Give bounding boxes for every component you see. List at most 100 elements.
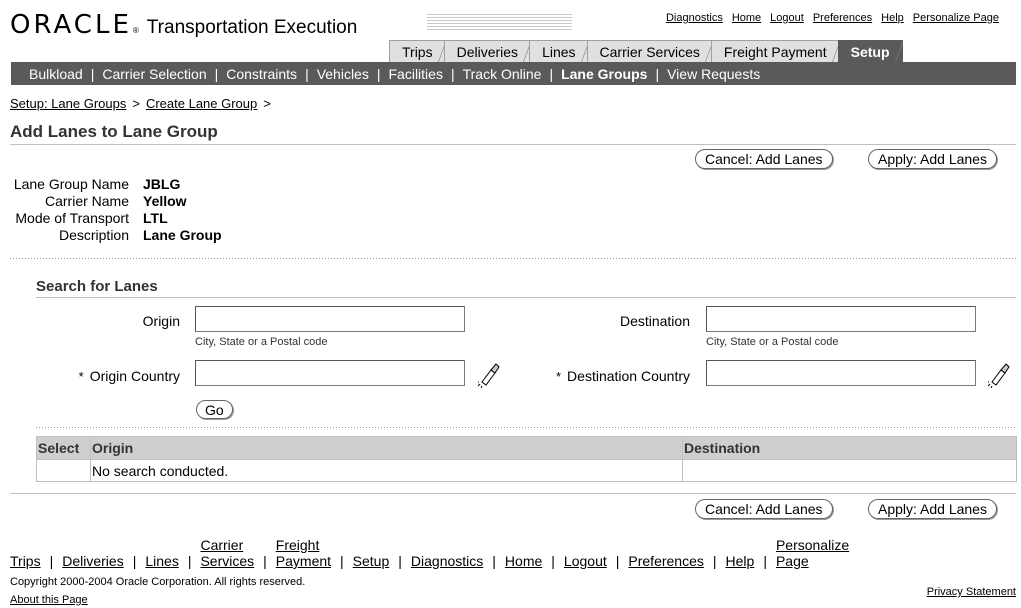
footer-separator: | bbox=[132, 553, 137, 569]
footer-link-freight-line2: Payment bbox=[275, 553, 332, 569]
global-link-personalize-page[interactable]: Personalize Page bbox=[913, 12, 999, 24]
global-link-preferences[interactable]: Preferences bbox=[813, 12, 872, 24]
subtab-separator: | bbox=[450, 65, 455, 82]
brand-registered-mark: ® bbox=[132, 26, 139, 35]
subtab-vehicles[interactable]: Vehicles bbox=[317, 66, 369, 82]
flashlight-icon[interactable] bbox=[988, 362, 1010, 388]
footer-separator: | bbox=[615, 553, 620, 569]
cancel-add-lanes-button-top[interactable]: Cancel: Add Lanes bbox=[695, 149, 833, 169]
footer-link-setup[interactable]: Setup bbox=[353, 553, 390, 569]
footer-separator: | bbox=[712, 553, 717, 569]
subtab-constraints[interactable]: Constraints bbox=[226, 66, 297, 82]
carrier-name-value: Yellow bbox=[143, 192, 187, 209]
footer-link-carrier-line1: Carrier bbox=[200, 537, 244, 553]
table-cell-select bbox=[37, 460, 91, 481]
footer-separator: | bbox=[492, 553, 496, 569]
main-tabs: Trips Deliveries Lines Carrier Services … bbox=[389, 40, 903, 63]
table-row: No search conducted. bbox=[37, 459, 1016, 481]
destination-country-label: Destination Country bbox=[567, 368, 690, 384]
subtab-lane-groups[interactable]: Lane Groups bbox=[561, 66, 647, 82]
breadcrumb-create-lane-group[interactable]: Create Lane Group bbox=[146, 96, 257, 111]
footer-link-freight-payment[interactable]: Freight Payment bbox=[276, 537, 331, 569]
origin-country-label: Origin Country bbox=[89, 368, 180, 384]
results-divider bbox=[36, 427, 1016, 428]
origin-country-input[interactable] bbox=[195, 360, 465, 386]
copyright-text: Copyright 2000-2004 Oracle Corporation. … bbox=[10, 576, 306, 588]
subtab-separator: | bbox=[549, 65, 554, 82]
bottom-divider bbox=[10, 493, 1016, 494]
carrier-name-label: Carrier Name bbox=[44, 192, 129, 209]
title-divider bbox=[10, 144, 1016, 145]
subtab-separator: | bbox=[305, 65, 309, 82]
origin-input[interactable] bbox=[195, 306, 465, 332]
breadcrumb-separator: > bbox=[132, 96, 140, 111]
global-link-home[interactable]: Home bbox=[732, 12, 761, 24]
footer-separator: | bbox=[49, 553, 54, 569]
global-link-help[interactable]: Help bbox=[881, 12, 904, 24]
origin-hint: City, State or a Postal code bbox=[195, 336, 328, 348]
footer-link-deliveries[interactable]: Deliveries bbox=[62, 553, 123, 569]
footer-link-preferences[interactable]: Preferences bbox=[628, 553, 703, 569]
lane-group-name-value: JBLG bbox=[143, 175, 181, 192]
footer-link-carrier-services[interactable]: Carrier Services bbox=[200, 537, 254, 569]
tab-carrier-services[interactable]: Carrier Services bbox=[586, 40, 714, 63]
tab-lines[interactable]: Lines bbox=[529, 40, 590, 63]
apply-add-lanes-button-bottom[interactable]: Apply: Add Lanes bbox=[868, 499, 997, 519]
destination-country-input[interactable] bbox=[706, 360, 976, 386]
breadcrumb: Setup: Lane Groups > Create Lane Group > bbox=[10, 96, 271, 111]
breadcrumb-setup-lane-groups[interactable]: Setup: Lane Groups bbox=[10, 96, 126, 111]
column-header-select: Select bbox=[37, 437, 91, 459]
footer-separator: | bbox=[763, 553, 767, 569]
mode-of-transport-value: LTL bbox=[143, 209, 168, 226]
subtab-facilities[interactable]: Facilities bbox=[389, 66, 443, 82]
go-button[interactable]: Go bbox=[196, 400, 233, 419]
global-link-logout[interactable]: Logout bbox=[770, 12, 804, 24]
footer-links: Trips | Deliveries | Lines | Carrier Service… bbox=[10, 537, 849, 569]
subtab-bar: Bulkload | Carrier Selection | Constraints… bbox=[11, 62, 1016, 85]
footer-link-lines[interactable]: Lines bbox=[145, 553, 178, 569]
global-links: Diagnostics Home Logout Preferences Help… bbox=[666, 12, 999, 24]
global-link-diagnostics[interactable]: Diagnostics bbox=[666, 12, 723, 24]
description-value: Lane Group bbox=[143, 226, 222, 243]
subtab-separator: | bbox=[90, 65, 95, 82]
footer-link-trips[interactable]: Trips bbox=[10, 553, 41, 569]
flashlight-icon[interactable] bbox=[478, 362, 500, 388]
footer-separator: | bbox=[263, 553, 267, 569]
column-header-destination: Destination bbox=[684, 440, 761, 456]
subtab-separator: | bbox=[376, 65, 381, 82]
oracle-logo: ORACLE ® Transportation Execution bbox=[10, 10, 357, 40]
required-marker: * bbox=[78, 369, 84, 384]
lane-group-info: Lane Group Name JBLG Carrier Name Yellow M… bbox=[0, 175, 222, 243]
search-section-title: Search for Lanes bbox=[36, 278, 158, 295]
footer-link-help[interactable]: Help bbox=[726, 553, 755, 569]
description-label: Description bbox=[58, 226, 129, 243]
footer-separator: | bbox=[398, 553, 402, 569]
destination-country-label-wrap: * Destination Country bbox=[520, 368, 690, 384]
origin-label: Origin bbox=[142, 313, 180, 329]
subtab-track-online[interactable]: Track Online bbox=[463, 66, 542, 82]
subtab-carrier-selection[interactable]: Carrier Selection bbox=[102, 66, 206, 82]
page-title: Add Lanes to Lane Group bbox=[10, 122, 218, 141]
subtab-view-requests[interactable]: View Requests bbox=[667, 66, 760, 82]
footer-link-logout[interactable]: Logout bbox=[564, 553, 607, 569]
tab-deliveries[interactable]: Deliveries bbox=[443, 40, 532, 63]
subtab-separator: | bbox=[214, 65, 219, 82]
origin-country-label-wrap: * Origin Country bbox=[40, 368, 180, 384]
table-cell-destination bbox=[683, 460, 1016, 481]
results-table: Select Origin Destination No search cond… bbox=[36, 436, 1017, 482]
footer-link-home[interactable]: Home bbox=[505, 553, 542, 569]
privacy-statement-link[interactable]: Privacy Statement bbox=[927, 586, 1016, 598]
footer-link-personalize-page[interactable]: Personalize Page bbox=[776, 537, 849, 569]
destination-input[interactable] bbox=[706, 306, 976, 332]
required-marker: * bbox=[555, 369, 562, 384]
tab-setup[interactable]: Setup bbox=[837, 40, 903, 63]
footer-link-carrier-line2: Services bbox=[200, 553, 255, 569]
tab-freight-payment[interactable]: Freight Payment bbox=[710, 40, 840, 63]
footer-link-diagnostics[interactable]: Diagnostics bbox=[411, 553, 483, 569]
cancel-add-lanes-button-bottom[interactable]: Cancel: Add Lanes bbox=[695, 499, 833, 519]
subtab-separator: | bbox=[655, 65, 660, 82]
about-this-page-link[interactable]: About this Page bbox=[10, 594, 88, 606]
tab-trips[interactable]: Trips bbox=[389, 40, 446, 63]
subtab-bulkload[interactable]: Bulkload bbox=[29, 66, 83, 82]
apply-add-lanes-button-top[interactable]: Apply: Add Lanes bbox=[868, 149, 997, 169]
